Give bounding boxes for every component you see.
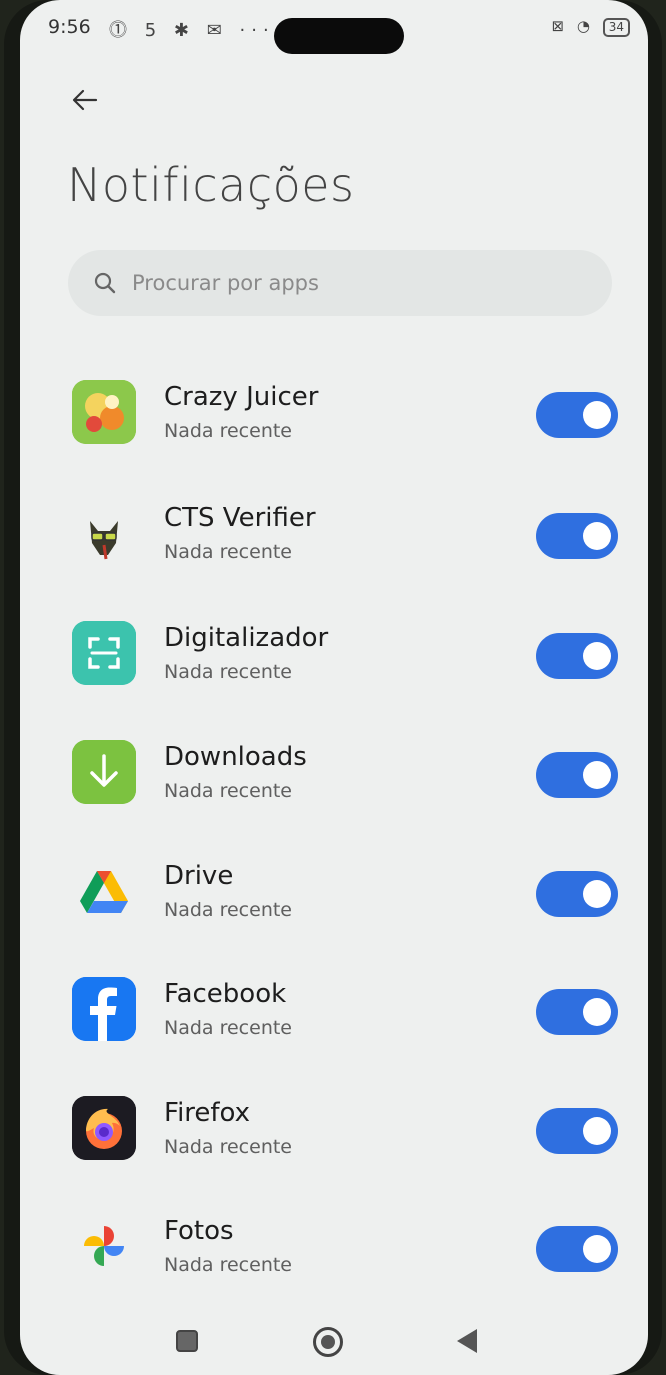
home-button[interactable] [313,1327,343,1357]
app-name: Downloads [164,742,307,772]
firefox-icon [72,1096,136,1160]
toggle-knob [583,998,611,1026]
crazy-juicer-icon [72,380,136,444]
notifications-toggle[interactable] [536,989,618,1035]
app-status: Nada recente [164,661,292,683]
navigation-bar [20,1310,648,1370]
wifi-icon: ◔ [576,17,594,35]
search-icon [94,272,116,294]
no-sim-icon: ⊠ [551,17,569,35]
app-row-cts-verifier[interactable]: CTS Verifier Nada recente [68,485,618,585]
app-name: Firefox [164,1098,251,1128]
toggle-knob [583,522,611,550]
arrow-left-icon [72,89,98,111]
app-name: CTS Verifier [164,503,316,533]
toggle-knob [583,761,611,789]
toggle-knob [583,1117,611,1145]
back-triangle-button[interactable] [457,1329,477,1353]
app-row-facebook[interactable]: Facebook Nada recente [68,961,618,1061]
notifications-toggle[interactable] [536,1226,618,1272]
status-notification-icons: ⓵ 5 ✱ ✉ ··· [109,20,275,41]
app-status: Nada recente [164,1254,292,1276]
notifications-toggle[interactable] [536,513,618,559]
status-right-icons: ⊠ ◔ 34 [551,17,630,37]
app-status: Nada recente [164,780,292,802]
toggle-knob [583,642,611,670]
back-button[interactable] [68,80,102,120]
camera-notch [274,18,404,54]
screen: 9:56 ⓵ 5 ✱ ✉ ··· ⊠ ◔ 34 Notificações Pro… [20,0,648,1375]
download-arrow-icon [72,740,136,804]
battery-icon: 34 [602,18,630,37]
toggle-knob [583,880,611,908]
notifications-toggle[interactable] [536,633,618,679]
app-status: Nada recente [164,420,292,442]
app-row-downloads[interactable]: Downloads Nada recente [68,724,618,824]
notifications-toggle[interactable] [536,392,618,438]
app-row-crazy-juicer[interactable]: Crazy Juicer Nada recente [68,364,618,464]
app-name: Crazy Juicer [164,382,319,412]
app-status: Nada recente [164,1136,292,1158]
facebook-icon [72,977,136,1041]
cts-verifier-icon [72,501,136,565]
app-row-firefox[interactable]: Firefox Nada recente [68,1080,618,1180]
app-name: Fotos [164,1216,234,1246]
google-photos-icon [72,1214,136,1278]
status-time: 9:56 [48,16,91,38]
scanner-icon [72,621,136,685]
app-status: Nada recente [164,1017,292,1039]
notifications-toggle[interactable] [536,1108,618,1154]
app-name: Digitalizador [164,623,329,653]
notifications-toggle[interactable] [536,871,618,917]
toggle-knob [583,1235,611,1263]
status-bar: 9:56 ⓵ 5 ✱ ✉ ··· ⊠ ◔ 34 [20,0,648,60]
app-status: Nada recente [164,899,292,921]
page-title: Notificações [67,158,355,212]
notifications-toggle[interactable] [536,752,618,798]
toggle-knob [583,401,611,429]
google-drive-icon [72,859,136,923]
search-input[interactable] [132,271,552,295]
app-row-drive[interactable]: Drive Nada recente [68,843,618,943]
app-name: Facebook [164,979,287,1009]
search-bar[interactable] [68,250,612,316]
phone-frame: 9:56 ⓵ 5 ✱ ✉ ··· ⊠ ◔ 34 Notificações Pro… [4,0,662,1375]
app-row-digitalizador[interactable]: Digitalizador Nada recente [68,605,618,705]
recent-apps-button[interactable] [176,1330,198,1352]
app-status: Nada recente [164,541,292,563]
app-row-fotos[interactable]: Fotos Nada recente [68,1198,618,1298]
app-name: Drive [164,861,234,891]
